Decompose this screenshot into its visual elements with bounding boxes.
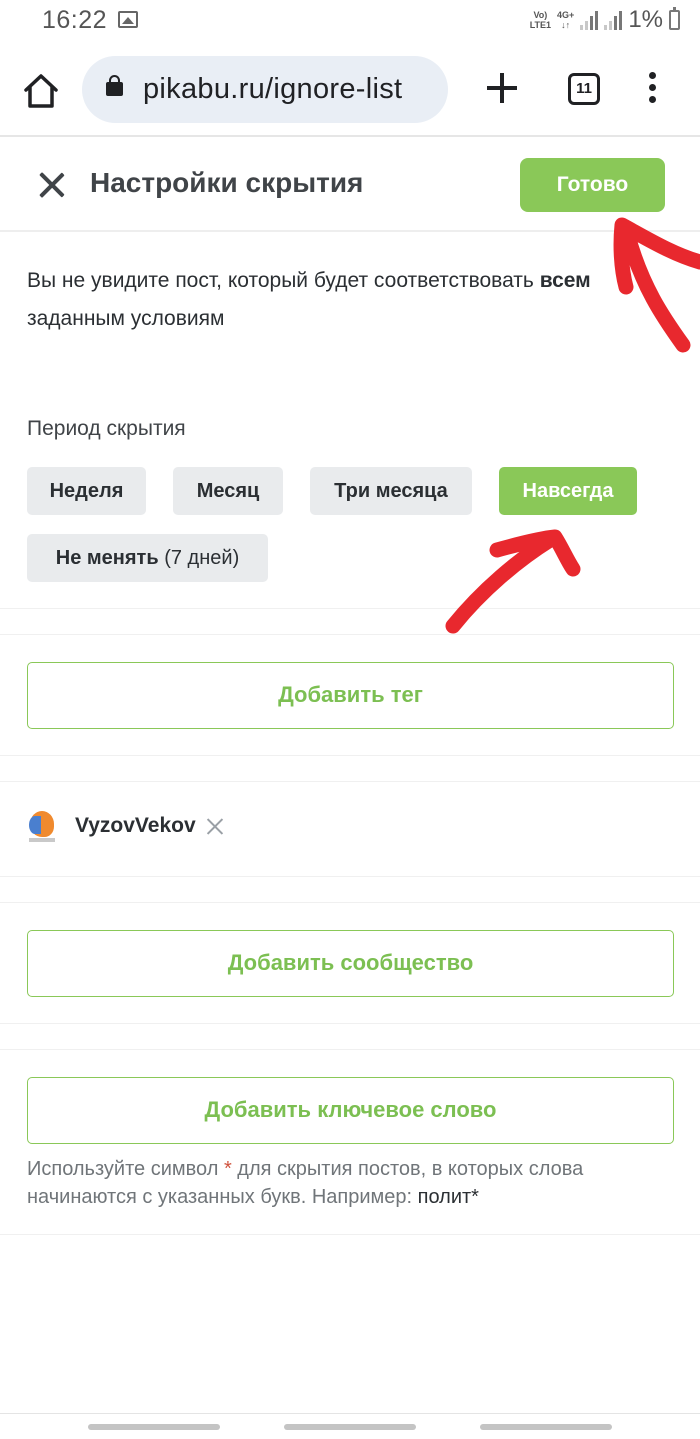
nav-recents[interactable]: [88, 1424, 220, 1430]
browser-toolbar: pikabu.ru/ignore-list 11: [0, 52, 700, 136]
lock-icon: [106, 75, 123, 96]
period-title: Период скрытия: [27, 417, 186, 440]
add-community-button[interactable]: Добавить сообщество: [27, 930, 674, 997]
more-menu-icon[interactable]: [644, 72, 660, 106]
address-bar[interactable]: pikabu.ru/ignore-list: [82, 56, 448, 123]
divider: [0, 1234, 700, 1235]
status-bar: 16:22 Vo) LTE1 4G+ ↓↑ 1%: [0, 0, 700, 44]
url-text: pikabu.ru/ignore-list: [143, 73, 403, 105]
battery-icon: [669, 7, 680, 30]
avatar: [27, 810, 57, 842]
period-option-forever[interactable]: Навсегда: [499, 467, 637, 515]
battery-percent: 1%: [628, 6, 663, 33]
network-type-indicator: 4G+ ↓↑: [557, 10, 575, 30]
divider: [0, 1023, 700, 1024]
divider: [0, 1049, 700, 1050]
close-icon[interactable]: [38, 171, 66, 199]
keyword-hint: Используйте символ * для скрытия постов,…: [27, 1158, 584, 1208]
nav-home[interactable]: [284, 1424, 416, 1430]
period-option-week[interactable]: Неделя: [27, 467, 146, 515]
divider: [0, 755, 700, 756]
page-title: Настройки скрытия: [90, 167, 364, 198]
divider: [0, 902, 700, 903]
toolbar-divider: [0, 135, 700, 137]
ignored-user: VyzovVekov: [27, 808, 224, 844]
divider: [0, 634, 700, 635]
period-option-month[interactable]: Месяц: [173, 467, 283, 515]
divider: [0, 781, 700, 782]
divider: [0, 608, 700, 609]
signal-icon-2: [604, 10, 623, 30]
settings-header: Настройки скрытия Готово: [0, 138, 700, 232]
period-option-keep[interactable]: Не менять (7 дней): [27, 534, 268, 582]
remove-user-icon[interactable]: [206, 817, 224, 835]
annotation-arrow-forever: [445, 529, 581, 634]
status-time: 16:22: [42, 6, 108, 34]
add-keyword-button[interactable]: Добавить ключевое слово: [27, 1077, 674, 1144]
system-nav-bar: [0, 1413, 700, 1439]
nav-back[interactable]: [480, 1424, 612, 1430]
volte-indicator: Vo) LTE1: [529, 10, 552, 30]
info-text: Вы не увидите пост, который будет соотве…: [27, 269, 591, 330]
status-icons: Vo) LTE1 4G+ ↓↑ 1%: [530, 6, 680, 34]
signal-icon: [580, 10, 599, 30]
done-button[interactable]: Готово: [520, 158, 665, 212]
divider: [0, 876, 700, 877]
gallery-icon: [118, 11, 138, 28]
new-tab-icon[interactable]: [486, 72, 518, 104]
user-name[interactable]: VyzovVekov: [75, 814, 196, 838]
add-tag-button[interactable]: Добавить тег: [27, 662, 674, 729]
tab-switcher-button[interactable]: 11: [568, 73, 600, 105]
home-icon[interactable]: [22, 72, 60, 110]
period-option-three-months[interactable]: Три месяца: [310, 467, 472, 515]
